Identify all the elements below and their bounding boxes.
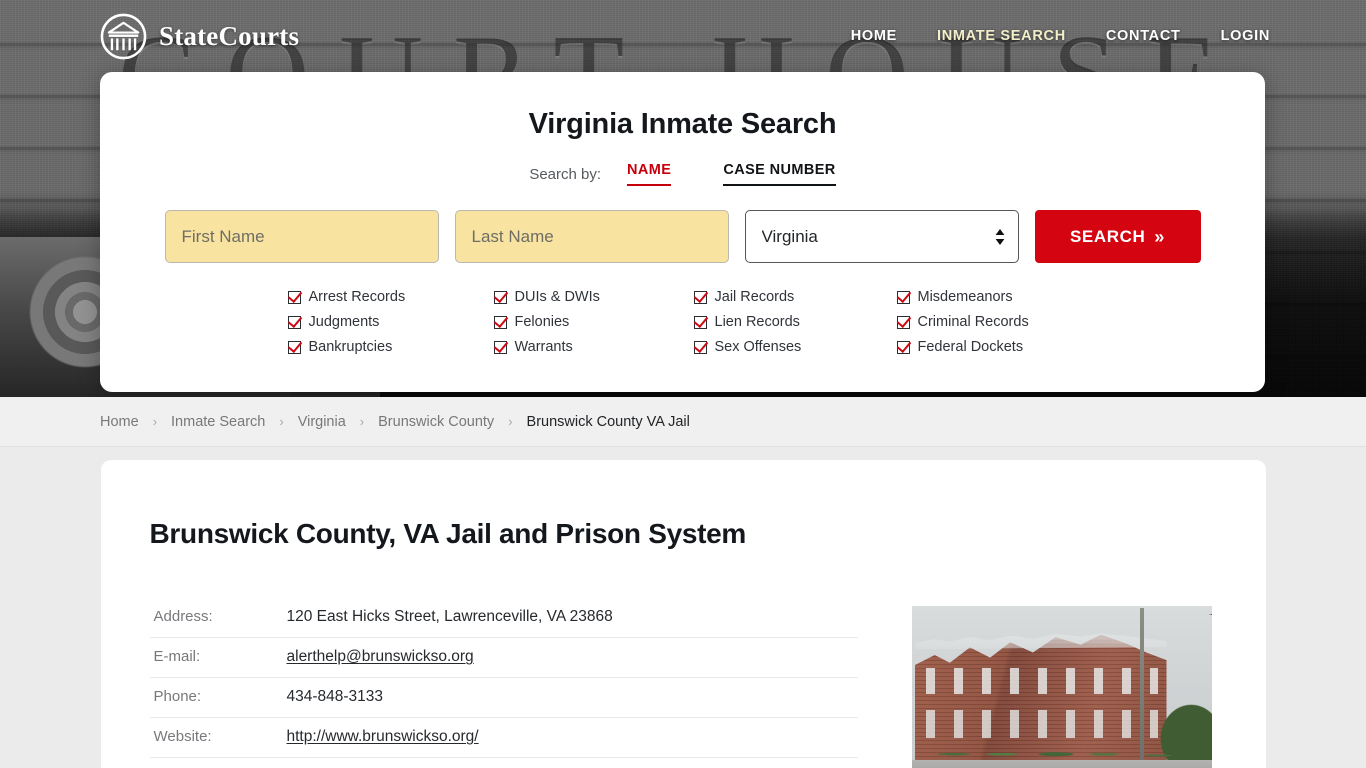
checkbox-checked-icon xyxy=(693,315,707,329)
search-by-label: Search by: xyxy=(529,166,602,183)
tab-search-by-case-number[interactable]: CASE NUMBER xyxy=(723,162,836,186)
state-select[interactable] xyxy=(744,210,1019,263)
checkbox-checked-icon xyxy=(493,340,507,354)
main-nav: HOME INMATE SEARCH CONTACT LOGIN xyxy=(851,28,1270,44)
breadcrumb: Home › Inmate Search › Virginia › Brunsw… xyxy=(100,414,690,430)
first-name-input[interactable] xyxy=(164,210,439,263)
tab-search-by-name[interactable]: NAME xyxy=(627,162,672,186)
feature-item[interactable]: Felonies xyxy=(493,314,694,330)
breadcrumb-item-current: Brunswick County VA Jail xyxy=(526,413,690,430)
detail-value-website-link[interactable]: http://www.brunswickso.org/ xyxy=(287,728,479,745)
photo-power-lines xyxy=(1131,614,1212,664)
facility-photo xyxy=(911,606,1212,768)
facility-photo-column xyxy=(911,598,1212,768)
photo-shrubs xyxy=(911,736,1212,762)
brand-logo-link[interactable]: StateCourts xyxy=(100,13,299,60)
table-row: E-mail: alerthelp@brunswickso.org xyxy=(149,638,858,678)
feature-item[interactable]: Federal Dockets xyxy=(896,339,1078,355)
breadcrumb-separator-icon: › xyxy=(152,414,158,429)
checkbox-checked-icon xyxy=(896,340,910,354)
detail-label-facebook: Facebook: xyxy=(150,758,287,768)
nav-item-home[interactable]: HOME xyxy=(851,28,897,44)
breadcrumb-item-virginia[interactable]: Virginia xyxy=(298,414,346,430)
breadcrumb-separator-icon: › xyxy=(508,414,513,429)
detail-label-phone: Phone: xyxy=(153,688,202,705)
checkbox-checked-icon xyxy=(287,340,301,354)
detail-value-address: 120 East Hicks Street, Lawrenceville, VA… xyxy=(286,608,613,625)
top-navigation-bar: StateCourts HOME INMATE SEARCH CONTACT L… xyxy=(0,0,1366,72)
search-button-label: SEARCH xyxy=(1069,226,1146,246)
breadcrumb-item-brunswick-county[interactable]: Brunswick County xyxy=(378,414,494,430)
breadcrumb-separator-icon: › xyxy=(279,414,284,429)
state-select-wrapper xyxy=(744,210,1019,263)
detail-value-email-link[interactable]: alerthelp@brunswickso.org xyxy=(287,648,474,665)
checkbox-checked-icon xyxy=(896,290,910,304)
facility-detail-table: Address: 120 East Hicks Street, Lawrence… xyxy=(149,598,858,768)
facility-detail-card: Brunswick County, VA Jail and Prison Sys… xyxy=(100,460,1266,768)
nav-item-contact[interactable]: CONTACT xyxy=(1106,28,1181,44)
feature-label: Bankruptcies xyxy=(308,339,393,355)
checkbox-checked-icon xyxy=(693,340,707,354)
hero-banner: COURT HOUSE StateCourts HOME INMATE SEAR… xyxy=(0,0,1366,397)
feature-item[interactable]: Criminal Records xyxy=(896,314,1078,330)
feature-item[interactable]: Sex Offenses xyxy=(693,339,897,355)
feature-label: Warrants xyxy=(514,339,573,355)
feature-item[interactable]: Arrest Records xyxy=(287,289,494,305)
search-form-row: SEARCH » xyxy=(100,210,1265,263)
feature-label: Misdemeanors xyxy=(917,289,1013,305)
search-card-title: Virginia Inmate Search xyxy=(528,108,837,140)
feature-label: Arrest Records xyxy=(308,289,406,305)
feature-item[interactable]: DUIs & DWIs xyxy=(493,289,694,305)
checkbox-checked-icon xyxy=(693,290,707,304)
checkbox-checked-icon xyxy=(896,315,910,329)
feature-label: Judgments xyxy=(308,314,380,330)
table-row: Facebook: https://www.facebook.com/BKSOV… xyxy=(150,758,858,768)
table-row: Address: 120 East Hicks Street, Lawrence… xyxy=(149,598,858,638)
feature-label: Federal Dockets xyxy=(917,339,1024,355)
brand-name: StateCourts xyxy=(159,20,300,51)
checkbox-checked-icon xyxy=(287,290,301,304)
feature-item[interactable]: Judgments xyxy=(287,314,494,330)
breadcrumb-bar: Home › Inmate Search › Virginia › Brunsw… xyxy=(0,397,1366,447)
breadcrumb-item-home[interactable]: Home xyxy=(100,414,139,430)
courthouse-circle-icon xyxy=(100,13,147,59)
last-name-input[interactable] xyxy=(454,210,729,263)
checkbox-checked-icon xyxy=(493,315,507,329)
feature-label: Criminal Records xyxy=(917,314,1029,330)
detail-label-address: Address: xyxy=(153,608,213,625)
page-title: Brunswick County, VA Jail and Prison Sys… xyxy=(149,518,747,549)
nav-item-login[interactable]: LOGIN xyxy=(1221,28,1270,44)
feature-label: Felonies xyxy=(514,314,570,330)
table-row: Phone: 434-848-3133 xyxy=(149,678,858,718)
feature-label: Sex Offenses xyxy=(714,339,802,355)
breadcrumb-item-inmate-search[interactable]: Inmate Search xyxy=(171,414,265,430)
feature-label: DUIs & DWIs xyxy=(514,289,600,305)
feature-item[interactable]: Lien Records xyxy=(693,314,897,330)
nav-item-inmate-search[interactable]: INMATE SEARCH xyxy=(937,28,1066,44)
feature-item[interactable]: Jail Records xyxy=(693,289,897,305)
inmate-search-card: Virginia Inmate Search Search by: NAME C… xyxy=(100,72,1265,392)
double-chevron-right-icon: » xyxy=(1154,226,1165,247)
checkbox-checked-icon xyxy=(493,290,507,304)
record-type-list: Arrest Records DUIs & DWIs Jail Records … xyxy=(287,289,1078,355)
search-button[interactable]: SEARCH » xyxy=(1034,210,1201,263)
feature-item[interactable]: Bankruptcies xyxy=(287,339,494,355)
photo-windows-lower xyxy=(925,710,1158,738)
detail-label-website: Website: xyxy=(153,728,212,745)
feature-label: Lien Records xyxy=(714,314,800,330)
search-by-row: Search by: NAME CASE NUMBER xyxy=(100,162,1265,186)
feature-label: Jail Records xyxy=(714,289,795,305)
photo-sidewalk xyxy=(911,760,1212,768)
feature-item[interactable]: Misdemeanors xyxy=(896,289,1078,305)
breadcrumb-separator-icon: › xyxy=(359,414,365,429)
table-row: Website: http://www.brunswickso.org/ xyxy=(149,718,858,758)
detail-label-email: E-mail: xyxy=(153,648,201,665)
detail-area: Address: 120 East Hicks Street, Lawrence… xyxy=(149,598,1217,768)
checkbox-checked-icon xyxy=(287,315,301,329)
feature-item[interactable]: Warrants xyxy=(493,339,694,355)
detail-value-phone: 434-848-3133 xyxy=(286,688,384,705)
